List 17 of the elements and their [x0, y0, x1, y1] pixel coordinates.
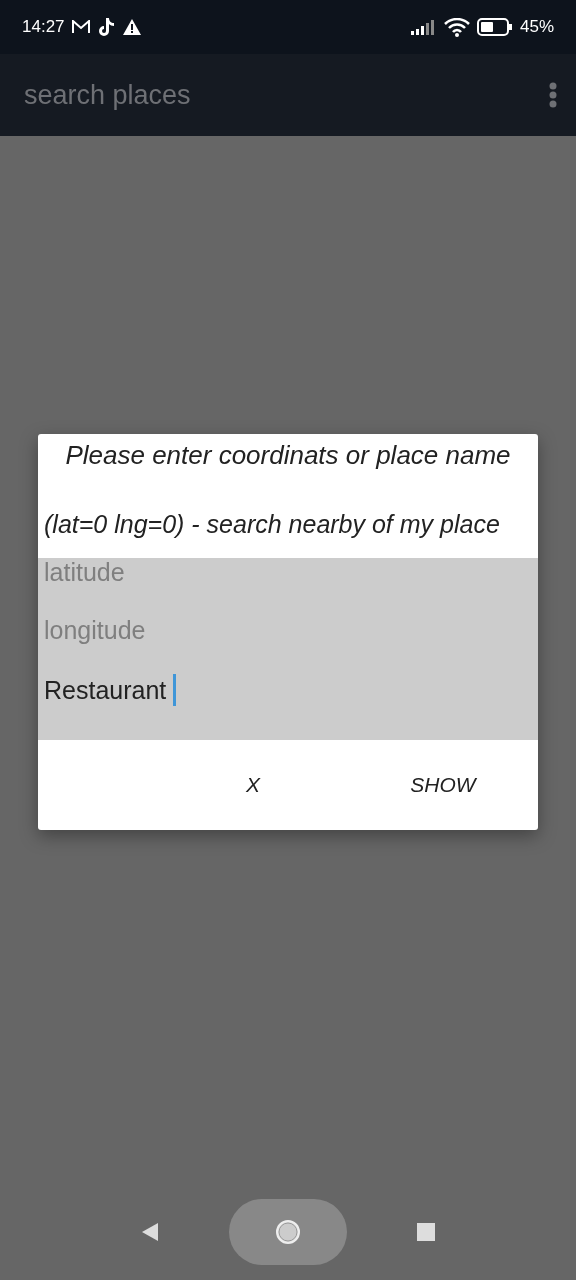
circle-icon [274, 1218, 302, 1246]
warning-icon [121, 18, 142, 36]
signal-icon [410, 19, 437, 35]
clock: 14:27 [22, 17, 65, 37]
show-button[interactable]: SHOW [390, 765, 496, 805]
input-field[interactable]: Restaurant [38, 660, 538, 720]
battery-percentage: 45% [519, 17, 554, 37]
app-title: search places [24, 79, 192, 111]
more-options-icon[interactable] [548, 82, 558, 108]
close-button[interactable]: X [226, 765, 280, 805]
wifi-icon [443, 17, 470, 37]
dialog-title: Please enter coordinats or place name [65, 440, 511, 470]
battery-icon [476, 18, 513, 36]
back-button[interactable] [141, 1222, 159, 1242]
mail-icon [71, 20, 90, 34]
dialog-message: (lat=0 lng=0) - search nearby of my place [44, 510, 500, 538]
music-note-icon [96, 17, 115, 37]
